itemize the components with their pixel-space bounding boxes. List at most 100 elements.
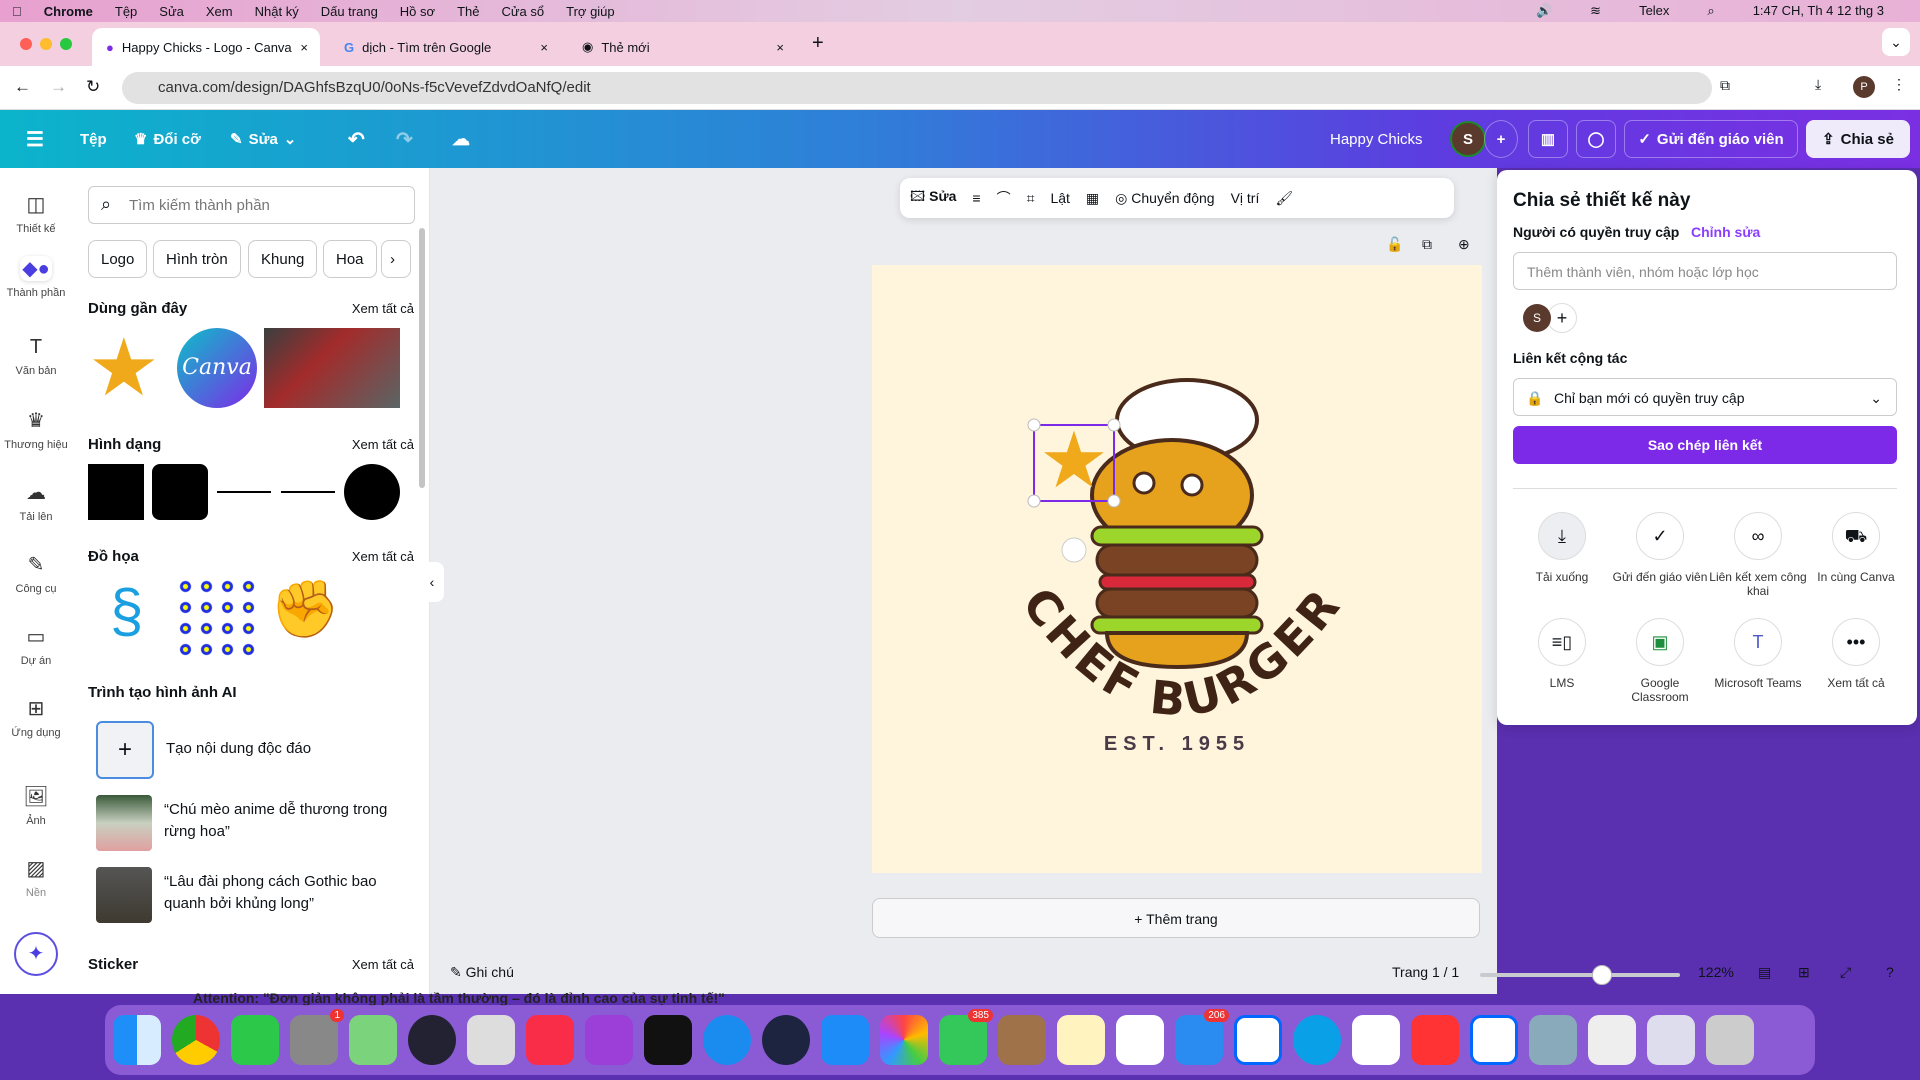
menu-icon[interactable]: ☰ — [26, 120, 44, 158]
rail-item-apps[interactable]: ⊞ Ứng dụng — [0, 696, 72, 739]
paint-roller-icon[interactable]: 🖌 — [1275, 190, 1293, 207]
tab-new[interactable]: ◉ Thẻ mới × — [568, 28, 796, 66]
grid-view-icon[interactable]: ⊞ — [1798, 964, 1810, 981]
share-action-label[interactable]: Microsoft Teams — [1709, 676, 1807, 690]
check-circle-icon[interactable]: ✓ — [1636, 512, 1684, 560]
share-action-label[interactable]: Xem tất cả — [1807, 676, 1905, 690]
anydesk-icon[interactable] — [1411, 1015, 1459, 1065]
page-view-icon[interactable]: ▤ — [1758, 964, 1771, 981]
panel-scrollbar[interactable] — [419, 228, 425, 488]
ai-create-button[interactable]: + — [96, 721, 154, 779]
edit-mode-button[interactable]: ✎ Sửa ⌄ — [230, 120, 296, 158]
settings-icon[interactable]: 1 — [290, 1009, 344, 1065]
chip-logo[interactable]: Logo — [88, 240, 148, 278]
share-action-label[interactable]: Liên kết xem công khai — [1709, 570, 1807, 598]
dots-graphic[interactable] — [175, 576, 259, 658]
arrow-shape[interactable] — [281, 491, 335, 493]
rail-item-photos[interactable]: 🖼 Ảnh — [0, 784, 72, 827]
podcasts-icon[interactable] — [585, 1015, 633, 1065]
lms-icon[interactable]: ≡▯ — [1538, 618, 1586, 666]
file-menu[interactable]: Tệp — [80, 120, 107, 158]
square-shape[interactable] — [88, 464, 144, 520]
zoom-level[interactable]: 122% — [1698, 964, 1734, 980]
menu-item[interactable]: Xem — [206, 4, 233, 19]
search-input[interactable]: Tìm kiếm thành phần — [88, 186, 415, 224]
close-tab-icon[interactable]: × — [540, 40, 548, 55]
truck-icon[interactable]: ⛟ — [1832, 512, 1880, 560]
insights-icon[interactable]: ▥ — [1528, 120, 1568, 158]
music-icon[interactable] — [526, 1015, 574, 1065]
reload-icon[interactable]: ↻ — [86, 77, 100, 97]
minimize-window-button[interactable] — [40, 38, 52, 50]
photos-icon[interactable] — [880, 1015, 928, 1065]
wifi-icon[interactable]: ≋ — [1590, 3, 1601, 19]
rail-item-brand[interactable]: ♛ Thương hiệu — [0, 408, 72, 451]
tab-search-button[interactable]: ⌄ — [1882, 28, 1910, 56]
volume-icon[interactable]: 🔊 — [1536, 3, 1552, 19]
rail-item-uploads[interactable]: ☁ Tải lên — [0, 480, 72, 523]
tab-canva[interactable]: ● Happy Chicks - Logo - Canva × — [92, 28, 320, 66]
extensions-icon[interactable]: ⧉ — [1720, 77, 1730, 94]
canva-logo-element[interactable]: Canva — [177, 328, 257, 408]
zalo-icon-2[interactable] — [1470, 1015, 1518, 1065]
pen-app-icon[interactable] — [762, 1015, 810, 1065]
downloads-stack-icon[interactable] — [1588, 1015, 1636, 1065]
teams-icon[interactable]: T — [1734, 618, 1782, 666]
siri-icon[interactable] — [408, 1015, 456, 1065]
skype-icon[interactable] — [1293, 1015, 1341, 1065]
close-tab-icon[interactable]: × — [776, 40, 784, 55]
facetime-icon[interactable] — [231, 1015, 279, 1065]
see-all-link[interactable]: Xem tất cả — [352, 301, 414, 316]
tab-google[interactable]: Gdịch - Tìm trên Google × — [330, 28, 560, 66]
add-page-icon[interactable]: ⊕ — [1458, 236, 1470, 253]
page-indicator[interactable]: Trang 1 / 1 — [1392, 964, 1459, 980]
rail-item-elements[interactable]: ◆● Thành phần — [0, 256, 72, 299]
chip-frame[interactable]: Khung — [248, 240, 318, 278]
magic-sparkle-button[interactable]: ✦ — [14, 932, 58, 976]
transparency-icon[interactable]: ▦ — [1086, 190, 1099, 207]
share-button[interactable]: ⇪ Chia sẻ — [1806, 120, 1910, 158]
app-store-icon[interactable] — [821, 1015, 869, 1065]
rail-item-draw[interactable]: ✎ Công cụ — [0, 552, 72, 595]
share-action-label[interactable]: In cùng Canva — [1807, 570, 1905, 584]
add-collaborator-button[interactable]: + — [1484, 120, 1518, 158]
google-classroom-icon[interactable]: ▣ — [1636, 618, 1684, 666]
flip-button[interactable]: Lật — [1050, 190, 1069, 206]
maximize-window-button[interactable] — [60, 38, 72, 50]
ai-create-label[interactable]: Tạo nội dung độc đáo — [166, 740, 311, 757]
search-icon[interactable]: ⌕ — [1707, 3, 1714, 19]
rail-item-projects[interactable]: ▭ Dự án — [0, 624, 72, 667]
messages-icon[interactable]: 385 — [939, 1009, 993, 1065]
fist-graphic[interactable]: ✊ — [270, 576, 340, 642]
new-tab-button[interactable]: + — [812, 32, 824, 55]
rail-item-background[interactable]: ▨ Nền — [0, 856, 72, 899]
apple-icon[interactable]:  — [12, 4, 22, 19]
corner-icon[interactable]: ⌒ — [997, 188, 1011, 208]
finder-icon[interactable] — [113, 1015, 161, 1065]
rail-item-text[interactable]: T Văn bản — [0, 336, 72, 377]
ai-prompt[interactable]: “Lâu đài phong cách Gothic bao quanh bởi… — [164, 871, 399, 915]
share-action-label[interactable]: Tải xuống — [1513, 570, 1611, 584]
add-member-button[interactable]: + — [1547, 303, 1577, 333]
close-window-button[interactable] — [20, 38, 32, 50]
car-photo-element[interactable] — [264, 328, 400, 408]
documents-stack-icon[interactable] — [1647, 1015, 1695, 1065]
help-icon[interactable]: ? — [1886, 964, 1894, 980]
ai-castle-thumbnail[interactable] — [96, 867, 152, 923]
menu-item[interactable]: Trợ giúp — [566, 4, 615, 19]
menu-item[interactable]: Thẻ — [457, 4, 479, 19]
profile-avatar[interactable]: P — [1853, 76, 1875, 98]
vnote-icon[interactable] — [1352, 1015, 1400, 1065]
member-avatar[interactable]: S — [1523, 304, 1551, 332]
menu-item[interactable]: Hồ sơ — [400, 4, 435, 19]
line-weight-icon[interactable]: ≡ — [972, 190, 980, 206]
ai-cat-thumbnail[interactable] — [96, 795, 152, 851]
star-element[interactable]: ★ — [88, 328, 160, 408]
design-page[interactable]: CHEF BURGER EST. 1955 ★ EST. 1955 — [872, 265, 1482, 873]
forward-icon[interactable]: → — [50, 77, 67, 97]
share-action-label[interactable]: Gửi đến giáo viên — [1611, 570, 1709, 584]
rail-item-design[interactable]: ◫ Thiết kế — [0, 192, 72, 235]
more-icon[interactable]: ••• — [1832, 618, 1880, 666]
chrome-icon[interactable] — [172, 1015, 220, 1065]
contacts-icon[interactable] — [998, 1015, 1046, 1065]
